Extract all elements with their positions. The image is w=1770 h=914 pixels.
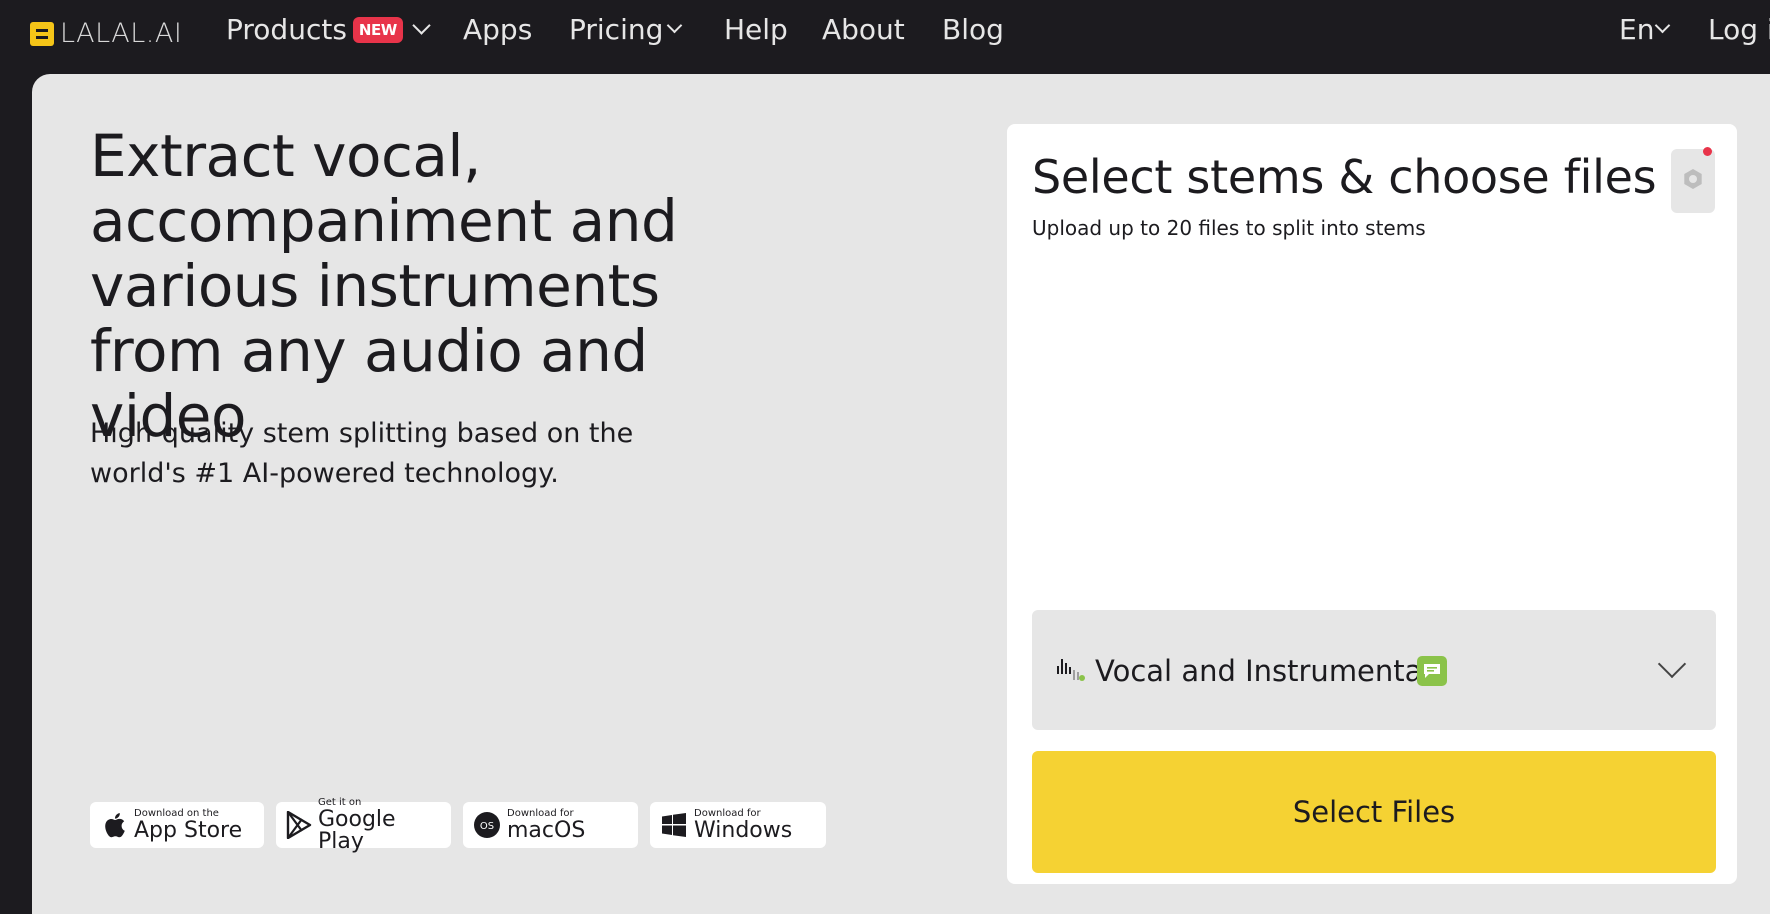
hero-headline: Extract vocal, accompaniment and various… xyxy=(90,122,678,450)
nav-pricing-label: Pricing xyxy=(569,13,664,46)
macos-small: Download for xyxy=(507,807,574,819)
google-play-small: Get it on xyxy=(318,796,362,808)
apple-icon xyxy=(100,811,128,839)
app-store-button[interactable]: Download on the App Store xyxy=(90,802,264,848)
nav-blog-label: Blog xyxy=(942,13,1004,46)
language-label: En xyxy=(1619,13,1655,46)
logo[interactable]: LALAL.AI xyxy=(30,18,182,49)
store-buttons: Download on the App Store Get it on Goog… xyxy=(90,797,826,852)
google-play-button[interactable]: Get it on Google Play xyxy=(276,797,451,852)
app-store-big: App Store xyxy=(134,817,243,843)
upload-card: Select stems & choose files Upload up to… xyxy=(1007,124,1737,884)
new-badge: NEW xyxy=(352,16,403,43)
macos-button[interactable]: OS Download for macOS xyxy=(463,802,638,848)
google-play-big: Google Play xyxy=(318,806,396,854)
nav-about[interactable]: About xyxy=(822,13,905,46)
google-play-icon xyxy=(286,811,312,839)
login-label: Log i xyxy=(1708,13,1770,46)
nav-pricing[interactable]: Pricing xyxy=(569,13,683,46)
nav-help-label: Help xyxy=(724,13,788,46)
chevron-down-icon xyxy=(667,17,683,34)
nav-blog[interactable]: Blog xyxy=(942,13,1004,46)
chevron-down-icon xyxy=(412,16,431,35)
top-nav: LALAL.AI Products NEW Apps Pricing Help … xyxy=(0,0,1770,66)
nav-apps[interactable]: Apps xyxy=(463,13,532,46)
login-link[interactable]: Log i xyxy=(1708,13,1770,46)
nav-about-label: About xyxy=(822,13,905,46)
windows-big: Windows xyxy=(694,817,793,843)
chevron-down-icon xyxy=(1655,17,1671,34)
windows-small: Download for xyxy=(694,807,761,819)
windows-button[interactable]: Download for Windows xyxy=(650,802,826,848)
upload-subtitle: Upload up to 20 files to split into stem… xyxy=(1032,216,1426,240)
nav-help[interactable]: Help xyxy=(724,13,788,46)
app-store-small: Download on the xyxy=(134,807,219,819)
main-panel: Extract vocal, accompaniment and various… xyxy=(32,74,1770,914)
upload-title: Select stems & choose files xyxy=(1032,150,1657,204)
chat-bubble-icon xyxy=(1417,656,1447,686)
stem-waveform-icon xyxy=(1056,656,1086,686)
language-selector[interactable]: En xyxy=(1619,13,1671,46)
nav-products-label: Products xyxy=(226,13,347,46)
svg-text:OS: OS xyxy=(480,821,494,832)
gear-icon xyxy=(1682,168,1704,194)
notification-dot xyxy=(1703,147,1712,156)
nav-products[interactable]: Products NEW xyxy=(226,13,431,46)
nav-apps-label: Apps xyxy=(463,13,533,46)
select-files-button[interactable]: Select Files xyxy=(1032,751,1716,873)
logo-text: LALAL.AI xyxy=(60,18,183,49)
settings-button[interactable] xyxy=(1671,147,1715,213)
macos-icon: OS xyxy=(473,811,501,839)
hero-subline: High-quality stem splitting based on the… xyxy=(90,418,634,489)
windows-icon xyxy=(660,811,688,839)
macos-big: macOS xyxy=(507,817,586,843)
stem-type-dropdown[interactable]: Vocal and Instrumental xyxy=(1032,610,1716,730)
chevron-down-icon xyxy=(1657,649,1687,679)
lalal-logo-icon xyxy=(30,21,54,46)
stem-type-label: Vocal and Instrumental xyxy=(1095,654,1431,688)
